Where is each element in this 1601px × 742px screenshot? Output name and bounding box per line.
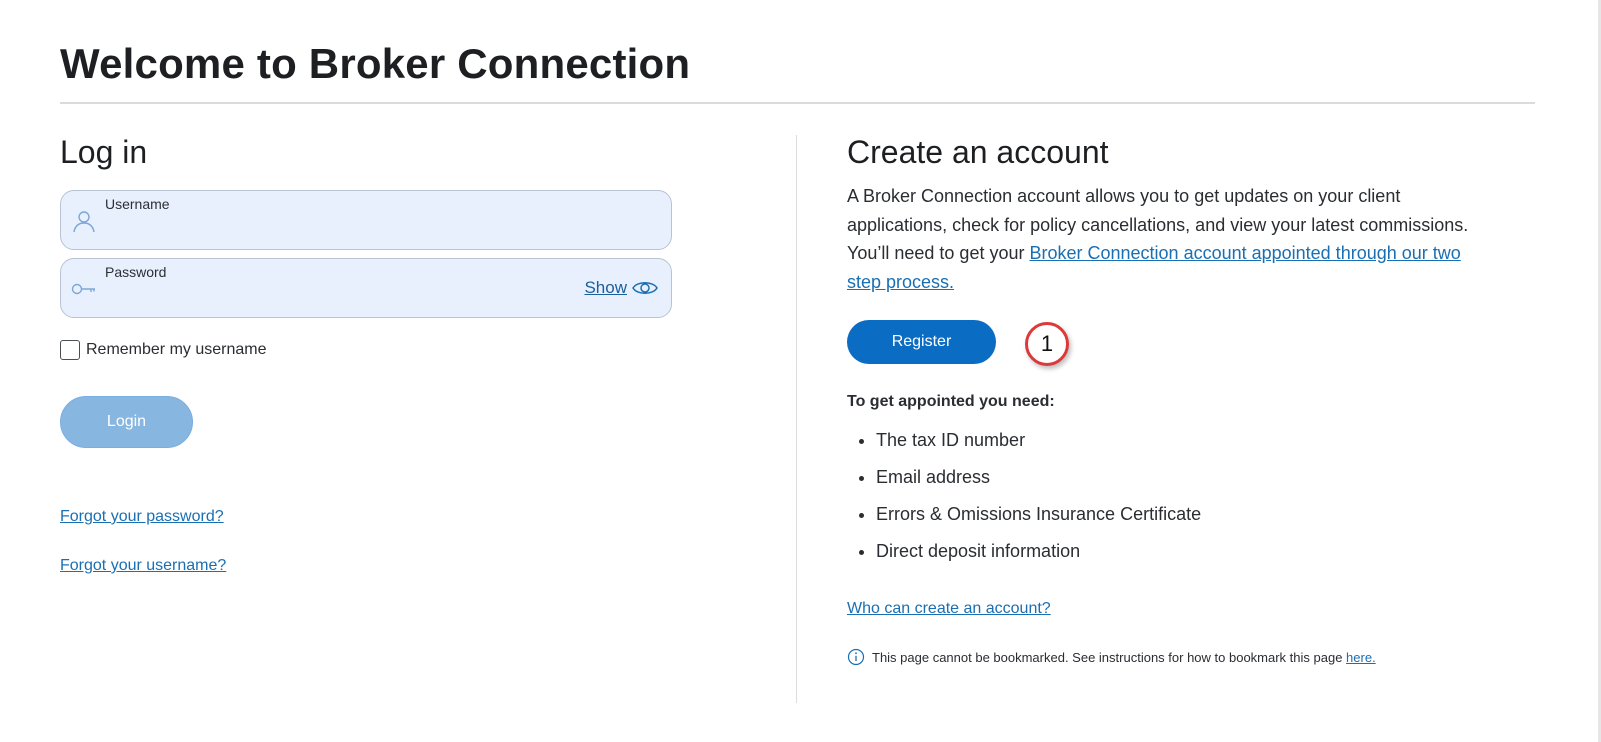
requirements-list: The tax ID number Email address Errors &… [847,422,1201,570]
info-icon [847,648,865,666]
user-icon [73,211,95,233]
requirement-item: Errors & Omissions Insurance Certificate [876,496,1201,533]
bookmark-notice-text: This page cannot be bookmarked. See inst… [872,650,1376,665]
forgot-username-link[interactable]: Forgot your username? [60,557,226,575]
bookmark-notice: This page cannot be bookmarked. See inst… [847,648,1376,666]
password-field[interactable]: Password Show [60,258,672,318]
bookmark-instructions-link[interactable]: here. [1346,650,1376,665]
password-input[interactable] [105,287,569,313]
step-number-badge: 1 [1025,322,1069,366]
show-password-toggle[interactable]: Show [584,277,659,299]
create-account-heading: Create an account [847,134,1109,170]
column-divider [796,135,797,703]
page-title: Welcome to Broker Connection [60,40,691,87]
notice-text: This page cannot be bookmarked. See inst… [872,649,1347,665]
key-icon [71,283,95,295]
broker-connection-page: Welcome to Broker Connection Log in User… [0,0,1601,742]
title-divider [60,102,1535,104]
password-label: Password [105,264,167,280]
eye-icon [632,282,658,294]
login-button[interactable]: Login [60,396,193,448]
who-can-create-account-link[interactable]: Who can create an account? [847,600,1051,618]
remember-username-checkbox[interactable] [60,340,80,360]
requirement-item: Direct deposit information [876,533,1201,570]
requirement-item: Email address [876,459,1201,496]
login-heading: Log in [60,134,148,170]
username-field[interactable]: Username [60,190,672,250]
forgot-password-link[interactable]: Forgot your password? [60,508,224,526]
username-input[interactable] [105,219,569,245]
remember-username-label: Remember my username [86,341,267,358]
remember-username[interactable]: Remember my username [60,340,267,360]
show-password-label: Show [584,278,627,297]
username-label: Username [105,196,170,212]
create-account-intro: A Broker Connection account allows you t… [847,182,1497,296]
requirements-title: To get appointed you need: [847,393,1055,410]
register-button[interactable]: Register [847,320,996,364]
requirement-item: The tax ID number [876,422,1201,459]
